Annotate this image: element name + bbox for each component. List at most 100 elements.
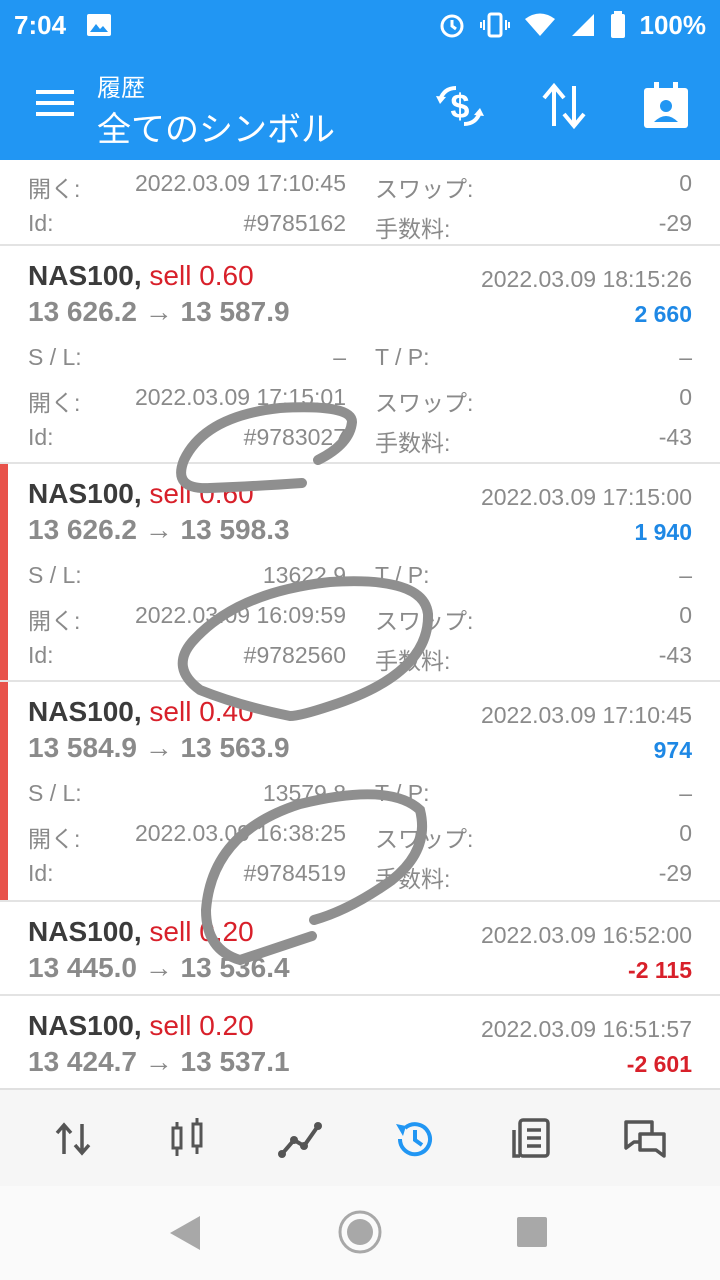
trade-close-time: 2022.03.09 17:15:00	[480, 484, 692, 510]
history-icon[interactable]	[390, 1114, 440, 1164]
tp-label: T / P:	[375, 780, 430, 806]
trade-profit: 2 660	[634, 301, 692, 327]
image-notification-icon	[87, 14, 112, 36]
trade-side: sell 0.40	[149, 696, 254, 727]
fee-label: 手数料:	[375, 648, 451, 674]
sl-value: 13579.8	[262, 780, 346, 806]
swap-label: スワップ:	[375, 608, 474, 634]
trade-prices: 13 445.0 → 13 536.4	[28, 952, 290, 983]
id-label: Id:	[28, 424, 54, 450]
open-time: 2022.03.09 17:15:01	[134, 384, 346, 410]
home-icon[interactable]	[336, 1208, 384, 1256]
selection-marker	[0, 682, 8, 900]
page-subtitle: 履歴	[97, 75, 145, 102]
tp-value: –	[679, 562, 692, 588]
fee-value: -29	[658, 860, 692, 886]
calendar-icon[interactable]	[640, 80, 692, 132]
page-title[interactable]: 全てのシンボル	[97, 102, 335, 151]
trade-close-time: 2022.03.09 17:10:45	[480, 702, 692, 728]
currency-exchange-icon[interactable]: $	[434, 80, 486, 132]
trade-symbol: NAS100, sell 0.60	[28, 260, 254, 291]
trade-item[interactable]: NAS100, sell 0.60 2022.03.09 17:15:00 13…	[0, 464, 720, 680]
back-icon[interactable]	[168, 1214, 204, 1252]
chart-icon[interactable]	[162, 1114, 212, 1164]
sl-value: 13622.9	[262, 562, 346, 588]
id-label: Id:	[28, 210, 54, 236]
chat-icon[interactable]	[620, 1114, 670, 1164]
trade-close-time: 2022.03.09 16:52:00	[480, 922, 692, 948]
news-icon[interactable]	[506, 1114, 556, 1164]
swap-value: 0	[679, 170, 692, 196]
trade-item[interactable]: NAS100, sell 0.60 2022.03.09 18:15:26 13…	[0, 246, 720, 462]
id-label: Id:	[28, 642, 54, 668]
tp-value: –	[679, 780, 692, 806]
trade-item[interactable]: NAS100, sell 0.20 2022.03.09 16:51:57 13…	[0, 996, 720, 1088]
swap-label: スワップ:	[375, 176, 474, 202]
trade-item[interactable]: NAS100, sell 0.40 2022.03.09 17:10:45 13…	[0, 682, 720, 900]
order-id: #9783027	[243, 424, 346, 450]
tp-label: T / P:	[375, 344, 430, 370]
order-id: #9782560	[243, 642, 346, 668]
system-nav-bar	[0, 1186, 720, 1280]
fee-label: 手数料:	[375, 430, 451, 456]
open-label: 開く:	[28, 826, 81, 852]
tp-label: T / P:	[375, 562, 430, 588]
battery-level: 100%	[639, 9, 707, 40]
sort-icon[interactable]	[538, 80, 590, 132]
trade-item[interactable]: NAS100, sell 0.20 2022.03.09 16:52:00 13…	[0, 902, 720, 996]
open-time: 2022.03.09 16:38:25	[134, 820, 346, 846]
trade-side: sell 0.20	[149, 916, 254, 947]
trade-symbol: NAS100, sell 0.20	[28, 1010, 254, 1041]
trade-icon[interactable]	[276, 1114, 326, 1164]
fee-label: 手数料:	[375, 866, 451, 892]
quotes-icon[interactable]	[48, 1114, 98, 1164]
vibrate-icon	[479, 12, 510, 38]
alarm-icon	[440, 14, 463, 38]
trade-close-time: 2022.03.09 16:51:57	[480, 1016, 692, 1042]
sl-label: S / L:	[28, 562, 82, 588]
trade-close-time: 2022.03.09 18:15:26	[480, 266, 692, 292]
trade-profit: 1 940	[634, 519, 692, 545]
order-id: #9784519	[243, 860, 346, 886]
signal-icon	[571, 14, 594, 36]
trade-side: sell 0.20	[149, 1010, 254, 1041]
battery-icon	[610, 11, 625, 38]
swap-label: スワップ:	[375, 826, 474, 852]
trade-symbol: NAS100, sell 0.40	[28, 696, 254, 727]
fee-label: 手数料:	[375, 216, 451, 242]
id-label: Id:	[28, 860, 54, 886]
swap-value: 0	[679, 602, 692, 628]
swap-label: スワップ:	[375, 390, 474, 416]
recents-icon[interactable]	[516, 1216, 548, 1248]
trade-profit: 974	[653, 737, 692, 763]
trade-prices: 13 584.9 → 13 563.9	[28, 732, 290, 763]
history-list[interactable]: 開く: 2022.03.09 17:10:45 スワップ: 0 Id: #978…	[0, 160, 720, 1088]
trade-prices: 13 626.2 → 13 587.9	[28, 296, 290, 327]
trade-profit: -2 601	[626, 1051, 692, 1077]
fee-value: -29	[658, 210, 692, 236]
trade-symbol: NAS100, sell 0.60	[28, 478, 254, 509]
sl-label: S / L:	[28, 344, 82, 370]
selection-marker	[0, 464, 8, 680]
sl-label: S / L:	[28, 780, 82, 806]
swap-value: 0	[679, 820, 692, 846]
open-label: 開く:	[28, 608, 81, 634]
fee-value: -43	[658, 642, 692, 668]
app-bar: 履歴 全てのシンボル $	[0, 50, 720, 160]
trade-prices: 13 424.7 → 13 537.1	[28, 1046, 290, 1077]
bottom-nav	[0, 1088, 720, 1186]
open-time: 2022.03.09 16:09:59	[134, 602, 346, 628]
status-bar: 7:04 100%	[0, 0, 720, 50]
swap-value: 0	[679, 384, 692, 410]
trade-symbol: NAS100, sell 0.20	[28, 916, 254, 947]
menu-icon[interactable]	[36, 90, 74, 120]
open-label: 開く:	[28, 176, 81, 202]
open-time: 2022.03.09 17:10:45	[134, 170, 346, 196]
trade-prices: 13 626.2 → 13 598.3	[28, 514, 290, 545]
fee-value: -43	[658, 424, 692, 450]
trade-profit: -2 115	[628, 957, 692, 983]
sl-value: –	[333, 344, 346, 370]
order-id: #9785162	[243, 210, 346, 236]
trade-side: sell 0.60	[149, 260, 254, 291]
trade-side: sell 0.60	[149, 478, 254, 509]
